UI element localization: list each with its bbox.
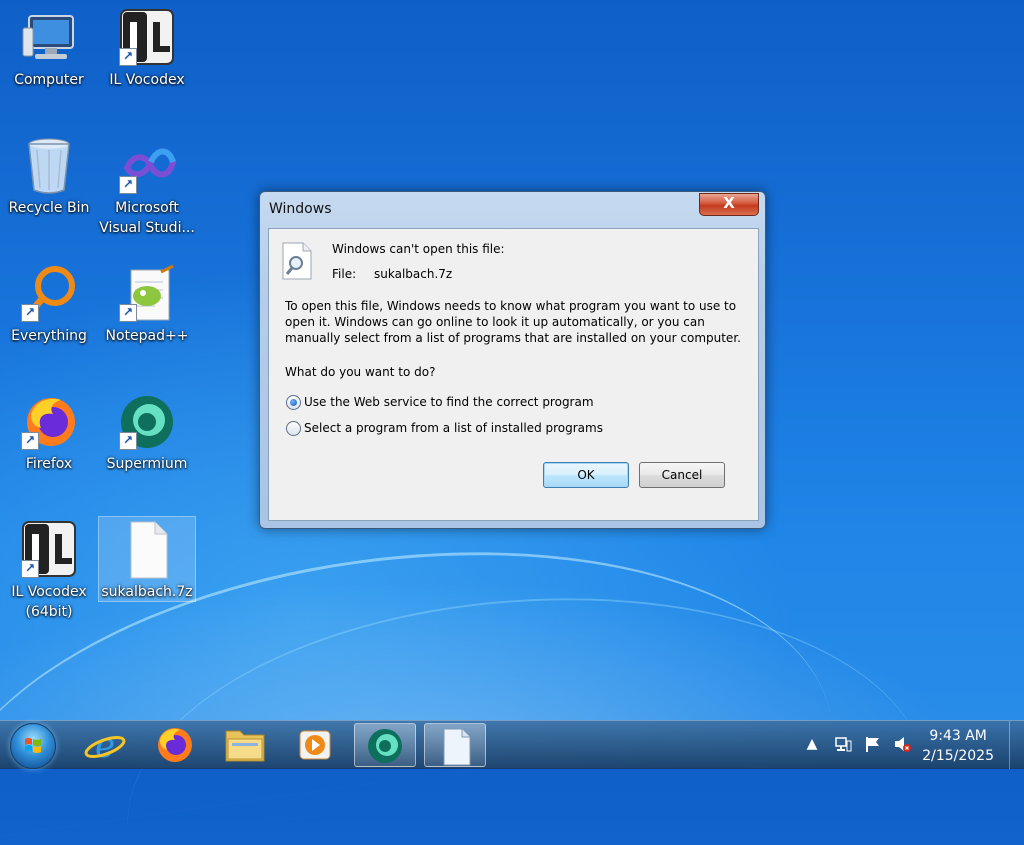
supermium-icon bbox=[368, 729, 402, 763]
shortcut-arrow-icon: ↗ bbox=[119, 304, 137, 322]
radio-installed-programs[interactable] bbox=[286, 421, 301, 436]
desktop-icon-label: Microsoft Visual Studi... bbox=[99, 200, 195, 236]
il-vocodex-icon: ↗ bbox=[19, 520, 79, 580]
media-player-icon bbox=[299, 730, 331, 760]
svg-text:e: e bbox=[95, 726, 115, 766]
desktop-icon-label: IL Vocodex (64bit) bbox=[11, 584, 87, 620]
internet-explorer-icon: e bbox=[84, 726, 126, 766]
radio-web-service[interactable] bbox=[286, 395, 301, 410]
taskbar-file-explorer[interactable] bbox=[214, 723, 276, 767]
taskbar-supermium[interactable] bbox=[354, 723, 416, 767]
desktop-icon-label: Computer bbox=[14, 72, 84, 88]
action-center-flag-icon[interactable] bbox=[864, 735, 882, 753]
option-label[interactable]: Use the Web service to find the correct … bbox=[304, 395, 594, 409]
open-with-dialog: Windows X Windows can't open this file: … bbox=[259, 191, 766, 529]
supermium-icon: ↗ bbox=[117, 392, 177, 452]
close-button[interactable]: X bbox=[699, 193, 759, 216]
firefox-icon: ↗ bbox=[19, 392, 79, 452]
taskbar-blank-file[interactable] bbox=[424, 723, 486, 767]
computer-icon bbox=[19, 8, 79, 68]
shortcut-arrow-icon: ↗ bbox=[119, 48, 137, 66]
firefox-icon bbox=[158, 728, 192, 762]
recycle-bin-icon bbox=[19, 136, 79, 196]
desktop-icon-sukalbach-7z[interactable]: sukalbach.7z bbox=[98, 516, 196, 602]
option-label[interactable]: Select a program from a list of installe… bbox=[304, 421, 603, 435]
taskbar-firefox[interactable] bbox=[144, 723, 206, 767]
description-line: manually select from a list of programs … bbox=[285, 331, 741, 345]
shortcut-arrow-icon: ↗ bbox=[119, 432, 137, 450]
desktop-icon-il-vocodex[interactable]: ↗ IL Vocodex bbox=[99, 8, 195, 90]
desktop-icon-visual-studio[interactable]: ↗ Microsoft Visual Studi... bbox=[99, 136, 195, 238]
volume-muted-icon[interactable] bbox=[893, 735, 911, 753]
file-name: sukalbach.7z bbox=[374, 267, 453, 281]
dialog-heading: Windows can't open this file: bbox=[332, 242, 505, 256]
blank-file-icon bbox=[117, 520, 177, 580]
desktop-icon-recycle-bin[interactable]: Recycle Bin bbox=[1, 136, 97, 218]
clock-time: 9:43 AM bbox=[929, 728, 987, 744]
desktop-icon-firefox[interactable]: ↗ Firefox bbox=[1, 392, 97, 474]
taskbar-media-player[interactable] bbox=[284, 723, 346, 767]
shortcut-arrow-icon: ↗ bbox=[21, 560, 39, 578]
il-vocodex-icon: ↗ bbox=[117, 8, 177, 68]
system-clock[interactable]: 9:43 AM 2/15/2025 bbox=[922, 726, 994, 766]
file-label: File: bbox=[332, 267, 357, 281]
desktop-icon-everything[interactable]: ↗ Everything bbox=[1, 264, 97, 346]
dialog-title: Windows bbox=[269, 201, 332, 217]
shortcut-arrow-icon: ↗ bbox=[119, 176, 137, 194]
file-explorer-icon bbox=[225, 730, 265, 762]
desktop-icon-label: Supermium bbox=[106, 456, 188, 472]
desktop-icon-supermium[interactable]: ↗ Supermium bbox=[99, 392, 195, 474]
shortcut-arrow-icon: ↗ bbox=[21, 304, 39, 322]
desktop-icon-label: IL Vocodex bbox=[109, 72, 185, 88]
description-line: To open this file, Windows needs to know… bbox=[285, 299, 737, 313]
cancel-button[interactable]: Cancel bbox=[639, 462, 725, 488]
shortcut-arrow-icon: ↗ bbox=[21, 432, 39, 450]
close-icon: X bbox=[723, 194, 735, 212]
network-icon[interactable] bbox=[834, 735, 852, 753]
desktop-icon-label: Recycle Bin bbox=[8, 200, 90, 216]
desktop-icon-label: Everything bbox=[11, 328, 87, 344]
show-desktop-button[interactable] bbox=[1009, 721, 1024, 769]
desktop-icon-label: Notepad++ bbox=[105, 328, 189, 344]
desktop-icon-notepad-plus-plus[interactable]: ↗ Notepad++ bbox=[99, 264, 195, 346]
desktop-icon-label: sukalbach.7z bbox=[101, 584, 193, 600]
blank-file-icon bbox=[443, 728, 471, 766]
question-text: What do you want to do? bbox=[285, 365, 436, 379]
everything-search-icon: ↗ bbox=[19, 264, 79, 324]
ok-button[interactable]: OK bbox=[543, 462, 629, 488]
desktop-icon-il-vocodex-64bit[interactable]: ↗ IL Vocodex (64bit) bbox=[1, 520, 97, 622]
taskbar-internet-explorer[interactable]: e bbox=[74, 723, 136, 767]
notepad-plus-plus-icon: ↗ bbox=[117, 264, 177, 324]
show-hidden-icons-icon[interactable]: ▲ bbox=[803, 735, 821, 753]
desktop-icon-computer[interactable]: Computer bbox=[1, 8, 97, 90]
visual-studio-icon: ↗ bbox=[117, 136, 177, 196]
taskbar: e ▲ 9:43 AM 2/15/2025 bbox=[0, 720, 1024, 769]
windows-logo-icon bbox=[25, 738, 41, 753]
dialog-body: Windows can't open this file: File: suka… bbox=[268, 228, 759, 521]
clock-date: 2/15/2025 bbox=[922, 748, 994, 764]
description-line: open it. Windows can go online to look i… bbox=[285, 315, 705, 329]
start-button[interactable] bbox=[10, 723, 56, 769]
desktop-icon-label: Firefox bbox=[25, 456, 73, 472]
file-search-icon bbox=[282, 242, 312, 280]
